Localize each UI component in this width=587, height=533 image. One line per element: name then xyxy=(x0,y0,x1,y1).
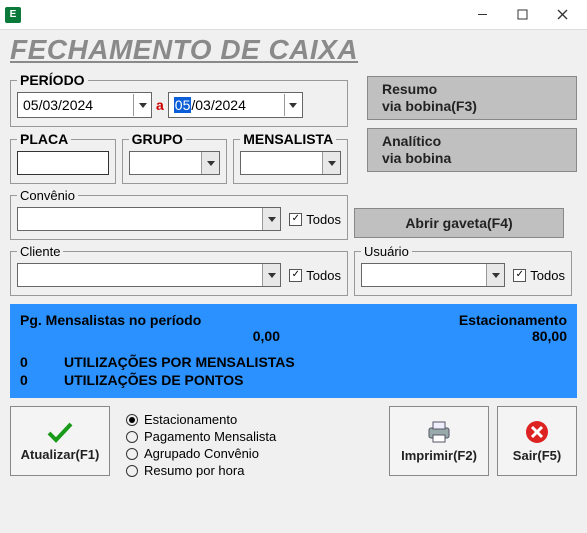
date-from-value: 05/03/2024 xyxy=(23,97,93,113)
checkbox-icon: ✓ xyxy=(289,269,302,282)
abrir-gaveta-button[interactable]: Abrir gaveta(F4) xyxy=(354,208,564,238)
radio-resumo-hora-label: Resumo por hora xyxy=(144,463,244,478)
mensalistas-periodo-value: 0,00 xyxy=(20,328,280,344)
util-mensalistas-label: UTILIZAÇÕES POR MENSALISTAS xyxy=(64,354,295,370)
date-to-rest: /03/2024 xyxy=(191,97,246,113)
chevron-down-icon xyxy=(207,161,215,166)
analitico-bobina-button[interactable]: Analítico via bobina xyxy=(367,128,577,172)
mensalista-select[interactable] xyxy=(240,151,341,175)
exit-icon xyxy=(525,420,549,444)
close-button[interactable] xyxy=(542,1,582,29)
date-to-input[interactable]: 05/03/2024 xyxy=(168,92,303,118)
periodo-fieldset: PERÍODO 05/03/2024 a 05/03/2024 xyxy=(10,72,348,127)
date-separator: a xyxy=(156,97,164,113)
checkbox-icon: ✓ xyxy=(289,213,302,226)
usuario-todos-label: Todos xyxy=(530,268,565,283)
maximize-icon xyxy=(517,9,528,20)
resumo-bobina-button[interactable]: Resumo via bobina(F3) xyxy=(367,76,577,120)
report-type-radios: Estacionamento Pagamento Mensalista Agru… xyxy=(118,406,381,480)
check-icon xyxy=(46,421,74,443)
date-from-dropdown[interactable] xyxy=(133,94,151,116)
chevron-down-icon xyxy=(289,103,297,108)
imprimir-button[interactable]: Imprimir(F2) xyxy=(389,406,489,476)
radio-estacionamento-label: Estacionamento xyxy=(144,412,237,427)
cliente-todos-check[interactable]: ✓ Todos xyxy=(289,268,341,283)
radio-pagamento-mensalista[interactable]: Pagamento Mensalista xyxy=(126,429,381,444)
cliente-label: Cliente xyxy=(17,244,63,259)
usuario-todos-check[interactable]: ✓ Todos xyxy=(513,268,565,283)
checkbox-icon: ✓ xyxy=(513,269,526,282)
placa-label: PLACA xyxy=(17,131,71,147)
usuario-fieldset: Usuário ✓ Todos xyxy=(354,244,572,296)
estacionamento-value: 80,00 xyxy=(532,328,567,344)
mensalistas-periodo-label: Pg. Mensalistas no período xyxy=(20,312,201,328)
radio-estacionamento[interactable]: Estacionamento xyxy=(126,412,381,427)
chevron-down-icon xyxy=(492,273,500,278)
chevron-down-icon xyxy=(268,217,276,222)
date-from-input[interactable]: 05/03/2024 xyxy=(17,92,152,118)
placa-fieldset: PLACA xyxy=(10,131,116,184)
estacionamento-label: Estacionamento xyxy=(459,312,567,328)
sair-label: Sair(F5) xyxy=(513,448,561,463)
convenio-select[interactable] xyxy=(17,207,281,231)
convenio-fieldset: Convênio ✓ Todos xyxy=(10,188,348,240)
placa-input[interactable] xyxy=(17,151,109,175)
minimize-button[interactable] xyxy=(462,1,502,29)
grupo-dropdown[interactable] xyxy=(201,152,219,174)
resumo-l2: via bobina(F3) xyxy=(382,98,477,115)
anal-l1: Analítico xyxy=(382,133,441,150)
grupo-select[interactable] xyxy=(129,151,221,175)
radio-agrupado-convenio[interactable]: Agrupado Convênio xyxy=(126,446,381,461)
util-pontos-count: 0 xyxy=(20,372,64,388)
util-pontos-label: UTILIZAÇÕES DE PONTOS xyxy=(64,372,243,388)
page-title: FECHAMENTO DE CAIXA xyxy=(10,34,577,66)
convenio-todos-check[interactable]: ✓ Todos xyxy=(289,212,341,227)
radio-resumo-hora[interactable]: Resumo por hora xyxy=(126,463,381,478)
cliente-todos-label: Todos xyxy=(306,268,341,283)
close-icon xyxy=(557,9,568,20)
util-mensalistas-count: 0 xyxy=(20,354,64,370)
chevron-down-icon xyxy=(139,103,147,108)
minimize-icon xyxy=(477,9,488,20)
usuario-select[interactable] xyxy=(361,263,505,287)
mensalista-label: MENSALISTA xyxy=(240,131,336,147)
convenio-dropdown[interactable] xyxy=(262,208,280,230)
maximize-button[interactable] xyxy=(502,1,542,29)
mensalista-fieldset: MENSALISTA xyxy=(233,131,348,184)
date-to-day: 05 xyxy=(174,97,192,113)
usuario-label: Usuário xyxy=(361,244,412,259)
periodo-label: PERÍODO xyxy=(17,72,88,88)
cliente-fieldset: Cliente ✓ Todos xyxy=(10,244,348,296)
cliente-dropdown[interactable] xyxy=(262,264,280,286)
usuario-dropdown[interactable] xyxy=(486,264,504,286)
printer-icon xyxy=(425,420,453,444)
convenio-label: Convênio xyxy=(17,188,78,203)
grupo-label: GRUPO xyxy=(129,131,186,147)
anal-l2: via bobina xyxy=(382,150,451,167)
titlebar: E xyxy=(0,0,587,30)
radio-pg-mensalista-label: Pagamento Mensalista xyxy=(144,429,276,444)
chevron-down-icon xyxy=(328,161,336,166)
cliente-select[interactable] xyxy=(17,263,281,287)
grupo-fieldset: GRUPO xyxy=(122,131,228,184)
atualizar-button[interactable]: Atualizar(F1) xyxy=(10,406,110,476)
radio-agrupado-label: Agrupado Convênio xyxy=(144,446,259,461)
date-to-dropdown[interactable] xyxy=(284,94,302,116)
mensalista-dropdown[interactable] xyxy=(322,152,340,174)
app-icon: E xyxy=(5,7,21,23)
convenio-todos-label: Todos xyxy=(306,212,341,227)
summary-panel: Pg. Mensalistas no período Estacionament… xyxy=(10,304,577,398)
chevron-down-icon xyxy=(268,273,276,278)
abrir-gaveta-label: Abrir gaveta(F4) xyxy=(405,215,512,231)
resumo-l1: Resumo xyxy=(382,81,437,98)
atualizar-label: Atualizar(F1) xyxy=(21,447,100,462)
imprimir-label: Imprimir(F2) xyxy=(401,448,477,463)
sair-button[interactable]: Sair(F5) xyxy=(497,406,577,476)
